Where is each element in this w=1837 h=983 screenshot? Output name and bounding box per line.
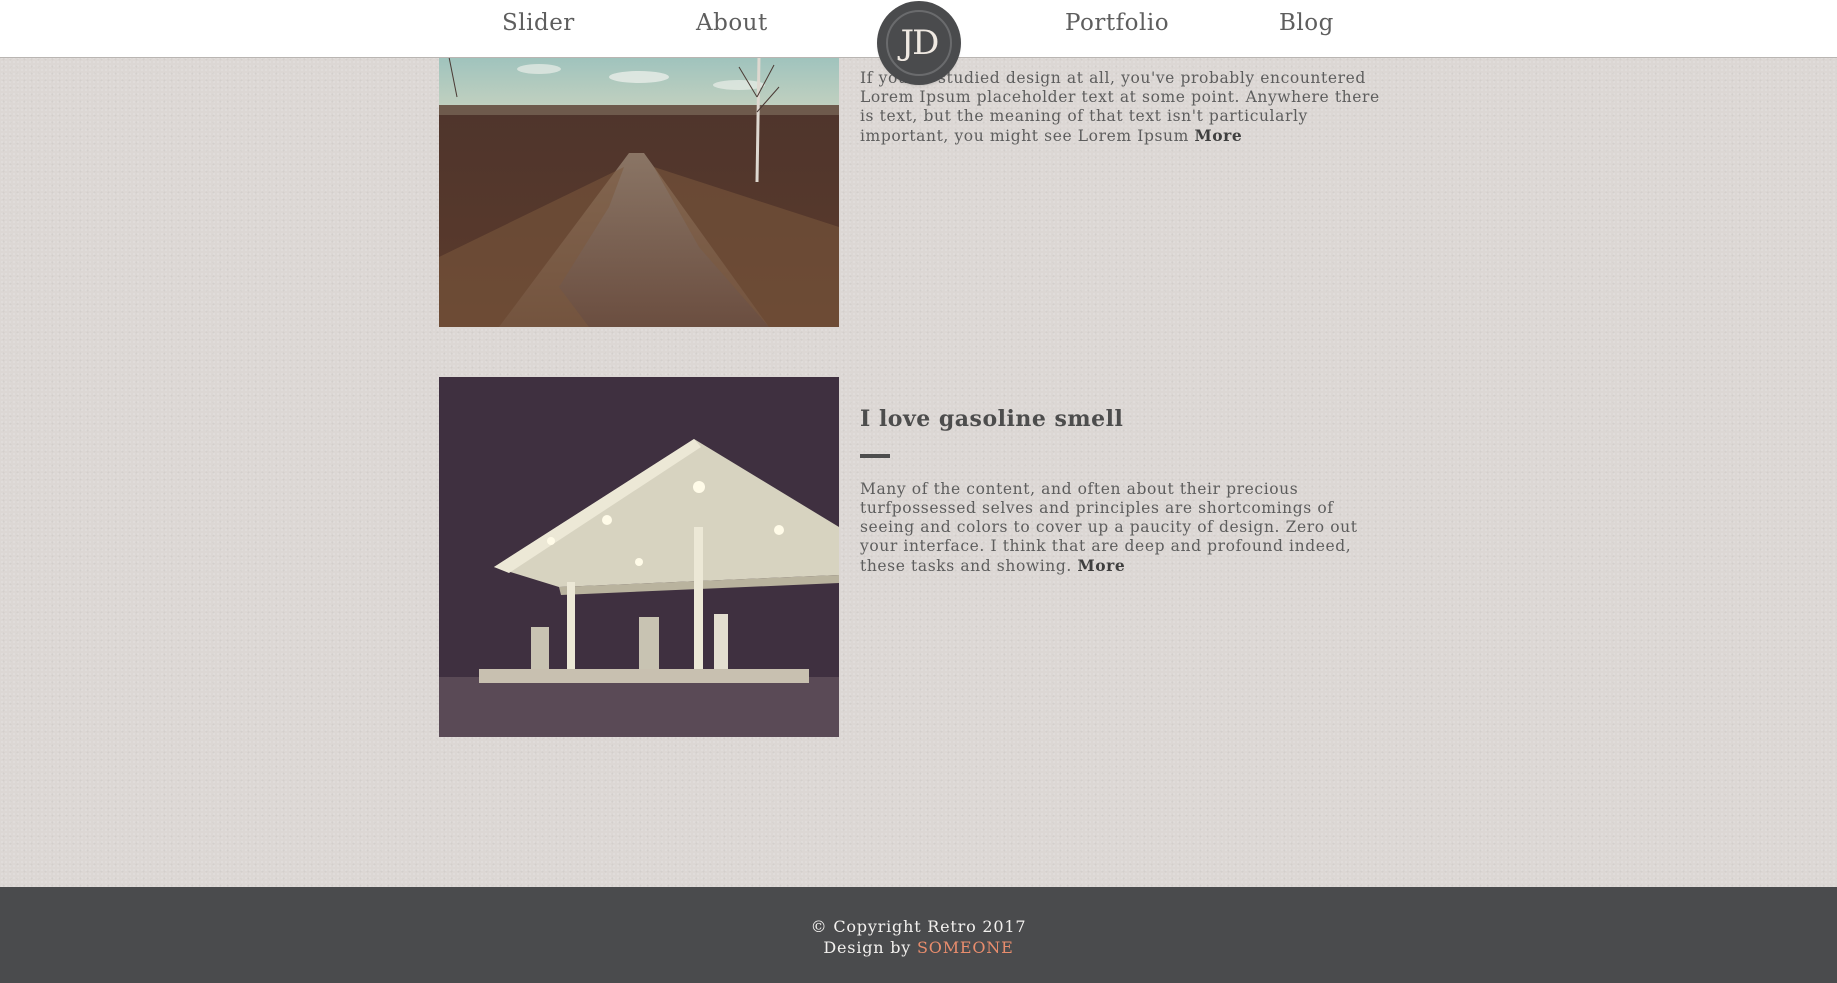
copyright-text: © Copyright Retro 2017 [810, 917, 1027, 936]
more-link[interactable]: More [1194, 126, 1242, 145]
logo-badge[interactable]: JD [880, 4, 958, 82]
post-body: If you've studied design at all, you've … [860, 69, 1380, 145]
nav-link-blog[interactable]: Blog [1279, 10, 1334, 36]
post-excerpt: Many of the content, and often about the… [860, 480, 1380, 576]
nav-link-about[interactable]: About [696, 10, 768, 36]
logo-monogram: JD [886, 10, 952, 76]
more-link[interactable]: More [1077, 556, 1125, 575]
footer: © Copyright Retro 2017 Design by SOMEONE [0, 887, 1837, 983]
country-road-photo [439, 57, 839, 327]
design-by-label: Design by [823, 938, 912, 957]
design-credit: Design by SOMEONE [0, 938, 1837, 957]
post-image-gas-station[interactable] [439, 377, 839, 737]
title-divider [860, 454, 890, 458]
post-excerpt: If you've studied design at all, you've … [860, 69, 1380, 146]
author-link[interactable]: SOMEONE [917, 938, 1014, 957]
nav-link-slider[interactable]: Slider [502, 10, 575, 36]
nav-link-portfolio[interactable]: Portfolio [1065, 10, 1169, 36]
post-title[interactable]: I love gasoline smell [860, 406, 1123, 432]
post-image-road[interactable] [439, 57, 839, 327]
gas-station-photo [439, 377, 839, 737]
